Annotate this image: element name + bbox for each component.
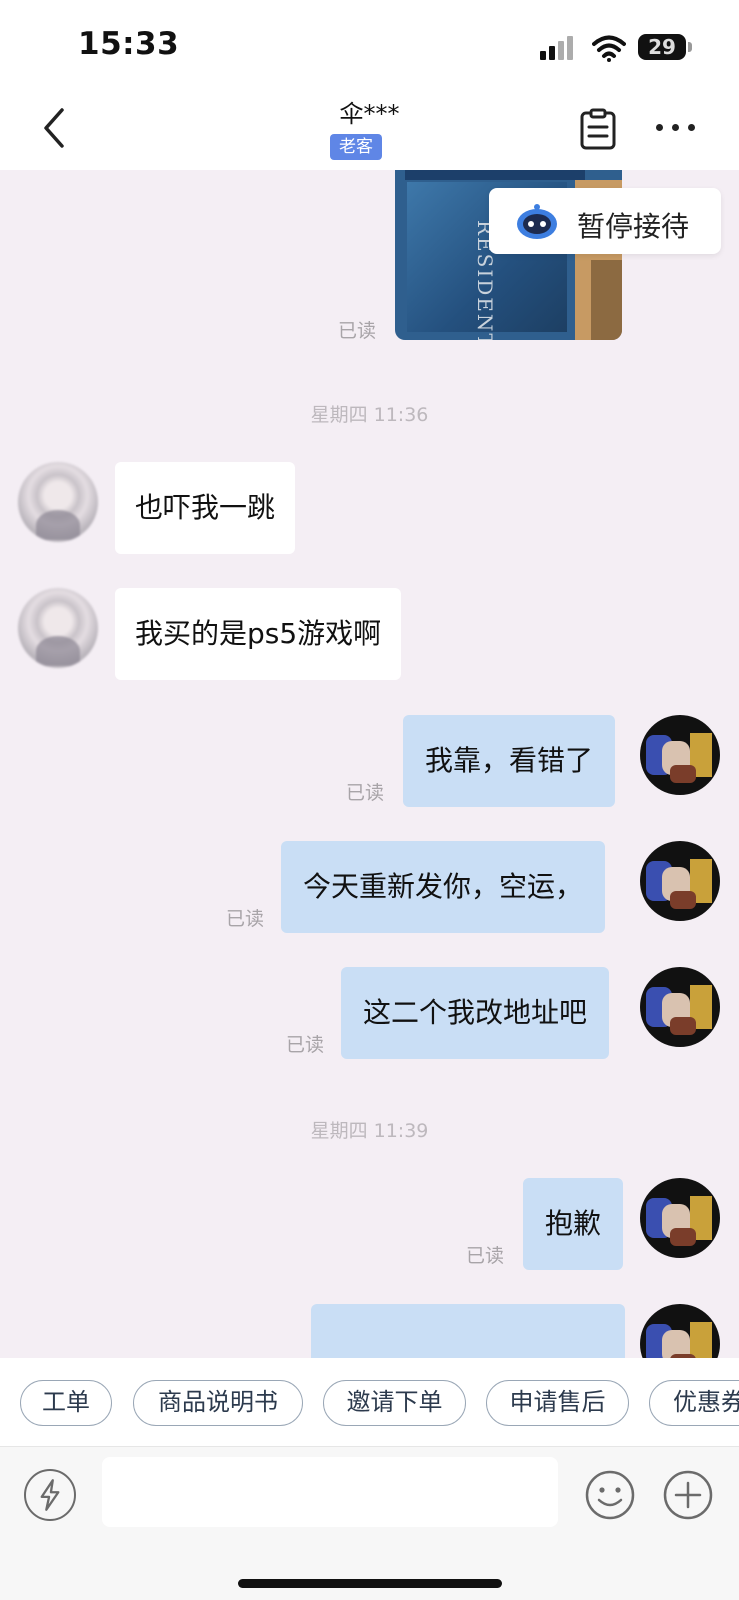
read-receipt: 已读 [286,1034,325,1056]
seller-avatar[interactable] [640,967,720,1047]
emoji-icon[interactable] [584,1469,636,1521]
chip-after-sales[interactable]: 申请售后 [486,1380,629,1426]
message-bubble-incoming[interactable]: 我买的是ps5游戏啊 [115,588,402,680]
wifi-icon [592,35,626,62]
home-indicator[interactable] [238,1579,502,1588]
status-time: 15:33 [78,26,180,62]
message-list[interactable]: RESIDENT EVIL 4 暂停接待 已读 星期四 11:36 也吓我一跳 … [0,170,739,1360]
seller-avatar[interactable] [640,1304,720,1360]
seller-avatar[interactable] [640,1178,720,1258]
battery-level: 29 [648,35,676,59]
more-horizontal-icon[interactable] [656,120,696,136]
pause-reception-button[interactable]: 暂停接待 [489,188,721,254]
contact-name: 伞*** [339,100,400,128]
seller-avatar[interactable] [640,715,720,795]
message-bubble-outgoing[interactable]: 今天重新发你，空运， [281,841,606,933]
time-separator: 星期四 11:39 [310,1120,429,1142]
read-receipt: 已读 [338,320,377,342]
read-receipt: 已读 [466,1245,505,1267]
quick-actions-bar: 工单 商品说明书 邀请下单 申请售后 优惠券 [0,1358,739,1446]
read-receipt: 已读 [346,782,385,804]
chat-header: 伞*** 老客 [0,90,739,170]
customer-avatar[interactable] [18,588,98,668]
battery-nub [688,42,692,52]
battery-icon: 29 [638,34,686,60]
chip-coupon[interactable]: 优惠券 [649,1380,739,1426]
message-input[interactable] [102,1457,558,1527]
clipboard-icon[interactable] [578,108,618,150]
robot-icon [517,204,557,239]
signal-icon [540,36,574,60]
message-bubble-outgoing[interactable]: 我靠，看错了 [403,715,616,807]
message-bubble-outgoing[interactable]: 这二个我改地址吧 [341,967,610,1059]
seller-avatar[interactable] [640,841,720,921]
message-bubble-incoming[interactable]: 也吓我一跳 [115,462,296,554]
message-bubble-outgoing-partial[interactable] [311,1304,625,1360]
plus-icon[interactable] [662,1469,714,1521]
input-bar [0,1446,739,1600]
customer-avatar[interactable] [18,462,98,542]
read-receipt: 已读 [226,908,265,930]
status-bar: 15:33 29 [0,0,739,90]
returning-customer-badge: 老客 [330,134,382,160]
lightning-icon[interactable] [24,1469,76,1521]
chip-product-manual[interactable]: 商品说明书 [133,1380,303,1426]
chip-work-order[interactable]: 工单 [20,1380,112,1426]
chat-screen: 15:33 29 伞*** 老客 RESIDENT EVIL 4 暂停接待 已读… [0,0,739,1600]
time-separator: 星期四 11:36 [310,404,429,426]
message-bubble-outgoing[interactable]: 抱歉 [523,1178,624,1270]
pause-reception-label: 暂停接待 [577,210,690,243]
chip-invite-order[interactable]: 邀请下单 [323,1380,466,1426]
